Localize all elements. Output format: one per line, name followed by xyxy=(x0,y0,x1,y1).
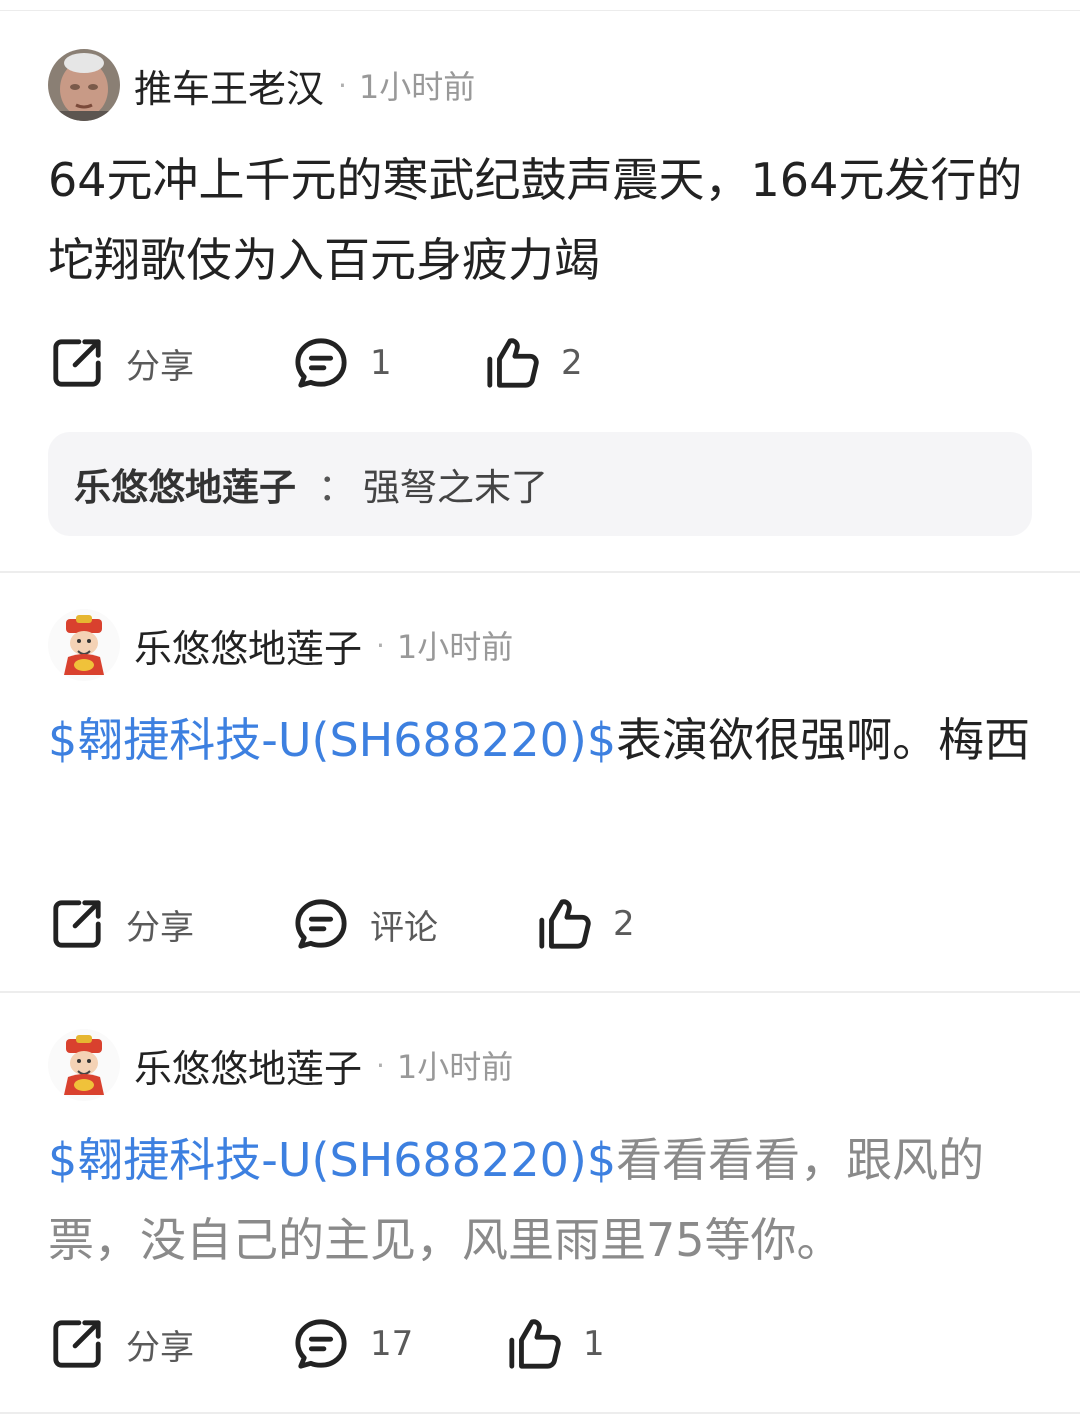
reply-preview[interactable]: 乐悠悠地莲子 ： 强弩之末了 xyxy=(48,432,1032,536)
top-divider xyxy=(0,10,1080,11)
post-3-text[interactable]: $翱捷科技-U(SH688220)$看看看看，跟风的票，没自己的主见，风里雨里7… xyxy=(48,1120,1038,1280)
author-name[interactable]: 乐悠悠地莲子 xyxy=(134,1038,362,1093)
stock-ticker-link[interactable]: $翱捷科技-U(SH688220)$ xyxy=(48,1133,616,1187)
post-time: 1小时前 xyxy=(358,68,476,106)
post-1-text[interactable]: 64元冲上千元的寒武纪鼓声震天，164元发行的坨翔歌伎为入百元身疲力竭 xyxy=(48,140,1038,300)
share-button[interactable]: 分享 xyxy=(50,894,194,954)
share-button[interactable]: 分享 xyxy=(50,333,194,393)
post-2-header: 乐悠悠地莲子 · 1小时前 xyxy=(48,608,513,682)
share-label: 分享 xyxy=(126,1327,194,1368)
god-of-wealth-avatar-icon xyxy=(48,609,120,681)
share-button[interactable]: 分享 xyxy=(50,1314,194,1374)
post-divider xyxy=(0,991,1080,993)
comment-label: 评论 xyxy=(370,907,438,948)
avatar[interactable] xyxy=(48,49,120,121)
reply-separator: ： xyxy=(318,466,355,509)
post-text-body: 表演欲很强啊。梅西 xyxy=(616,713,1031,767)
share-label: 分享 xyxy=(126,907,194,948)
comment-count: 17 xyxy=(370,1324,414,1364)
post-divider xyxy=(0,571,1080,573)
stock-ticker-link[interactable]: $翱捷科技-U(SH688220)$ xyxy=(48,713,616,767)
comment-count: 1 xyxy=(370,343,392,383)
post-1-actions: 分享 1 2 xyxy=(0,333,1080,393)
post-2-text[interactable]: $翱捷科技-U(SH688220)$表演欲很强啊。梅西 xyxy=(48,700,1038,780)
share-icon xyxy=(50,1317,104,1371)
comment-icon xyxy=(294,1317,348,1371)
reply-text: 强弩之末了 xyxy=(363,466,548,509)
post-2-actions: 分享 评论 2 xyxy=(0,894,1080,954)
thumbs-up-icon xyxy=(507,1317,561,1371)
like-button[interactable]: 1 xyxy=(507,1314,605,1374)
post-time: 1小时前 xyxy=(396,628,514,666)
post-text-body: 64元冲上千元的寒武纪鼓声震天，164元发行的坨翔歌伎为入百元身疲力竭 xyxy=(48,153,1023,287)
author-name[interactable]: 乐悠悠地莲子 xyxy=(134,618,362,673)
post-1-header: 推车王老汉 · 1小时前 xyxy=(48,48,475,122)
comment-button[interactable]: 1 xyxy=(294,333,392,393)
post-time: 1小时前 xyxy=(396,1048,514,1086)
like-count: 2 xyxy=(561,343,583,383)
share-label: 分享 xyxy=(126,346,194,387)
comment-button[interactable]: 评论 xyxy=(294,894,438,954)
comment-icon xyxy=(294,897,348,951)
meta-separator: · xyxy=(376,1048,385,1082)
comment-icon xyxy=(294,336,348,390)
reply-user[interactable]: 乐悠悠地莲子 xyxy=(74,457,296,511)
meta-separator: · xyxy=(376,628,385,662)
share-icon xyxy=(50,336,104,390)
god-of-wealth-avatar-icon xyxy=(48,1029,120,1101)
like-count: 2 xyxy=(613,904,635,944)
thumbs-up-icon xyxy=(537,897,591,951)
avatar[interactable] xyxy=(48,609,120,681)
avatar[interactable] xyxy=(48,1029,120,1101)
elderly-man-photo-avatar-icon xyxy=(48,49,120,121)
post-3-header: 乐悠悠地莲子 · 1小时前 xyxy=(48,1028,513,1102)
like-button[interactable]: 2 xyxy=(537,894,635,954)
share-icon xyxy=(50,897,104,951)
like-count: 1 xyxy=(583,1324,605,1364)
post-divider xyxy=(0,1412,1080,1414)
author-name[interactable]: 推车王老汉 xyxy=(134,58,324,113)
like-button[interactable]: 2 xyxy=(485,333,583,393)
meta-separator: · xyxy=(338,68,347,102)
comment-button[interactable]: 17 xyxy=(294,1314,413,1374)
thumbs-up-icon xyxy=(485,336,539,390)
post-3-actions: 分享 17 1 xyxy=(0,1314,1080,1374)
